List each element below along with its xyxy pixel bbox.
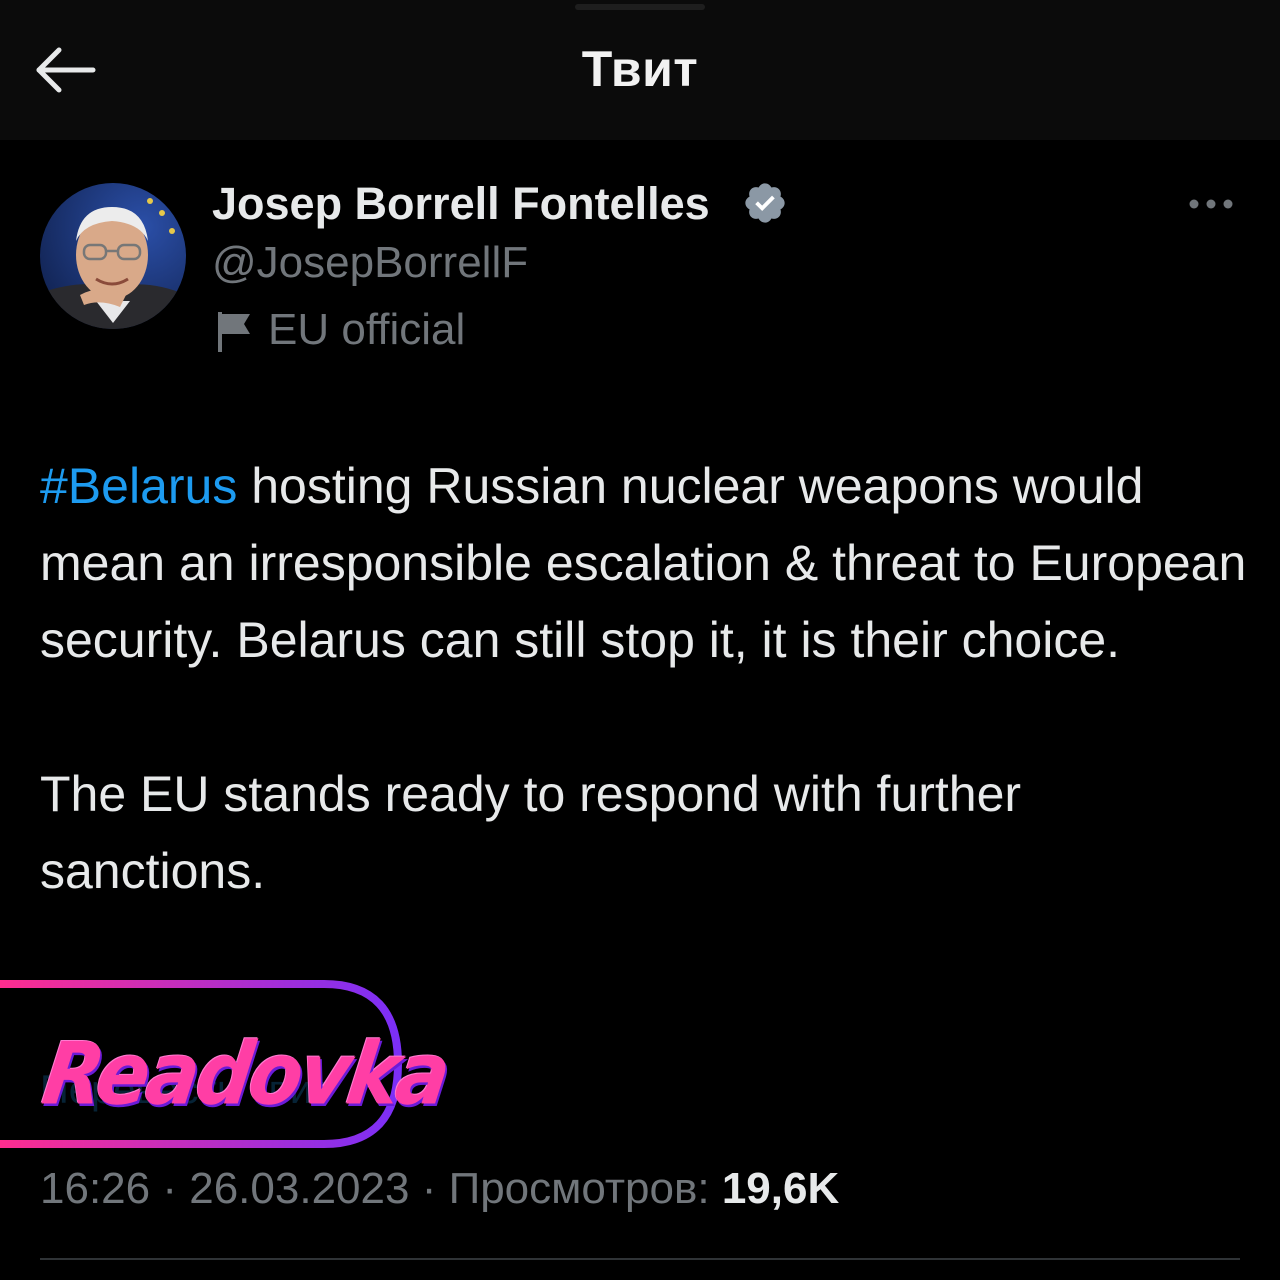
divider — [40, 1258, 1240, 1260]
hashtag-link[interactable]: #Belarus — [40, 458, 237, 514]
tweet-paragraph: The EU stands ready to respond with furt… — [40, 766, 1022, 899]
verified-badge-icon — [745, 183, 785, 223]
page-title: Твит — [581, 41, 699, 97]
top-bar: Твит — [0, 0, 1280, 140]
views-count[interactable]: 19,6K — [722, 1164, 839, 1213]
more-options-icon[interactable] — [1180, 184, 1244, 224]
author-affiliation-label: EU official — [268, 305, 466, 354]
tweet-date[interactable]: 26.03.2023 — [189, 1164, 409, 1213]
author-handle[interactable]: @JosepBorrellF — [212, 238, 528, 288]
tweet-text: #Belarus hosting Russian nuclear weapons… — [40, 448, 1255, 910]
tweet-meta: 16:26 · 26.03.2023 · Просмотров: 19,6K — [40, 1164, 840, 1213]
views-label: Просмотров: — [448, 1164, 710, 1213]
avatar[interactable] — [40, 183, 186, 329]
status-grabber — [575, 4, 705, 10]
tweet-paragraph: #Belarus hosting Russian nuclear weapons… — [40, 448, 1255, 679]
watermark-logo: Readovka — [37, 1025, 454, 1125]
flag-icon — [218, 312, 250, 352]
author-name[interactable]: Josep Borrell Fontelles — [212, 178, 710, 230]
tweet-time[interactable]: 16:26 — [40, 1164, 150, 1213]
